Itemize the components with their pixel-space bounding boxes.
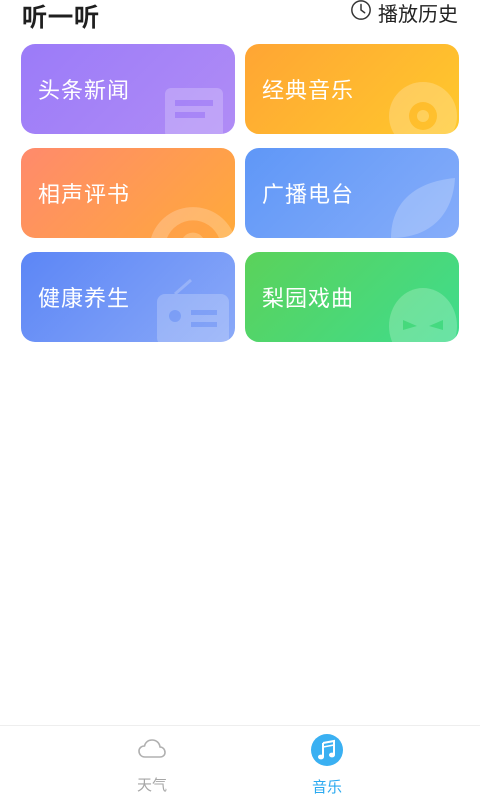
- category-card-music[interactable]: 经典音乐: [245, 44, 459, 134]
- tab-music[interactable]: 音乐: [287, 734, 367, 797]
- radio-icon: [157, 278, 229, 342]
- clock-icon: [350, 0, 372, 26]
- category-label: 相声评书: [38, 183, 131, 208]
- page-title: 听一听: [22, 3, 101, 32]
- category-label: 健康养生: [38, 287, 131, 312]
- play-history-button[interactable]: 播放历史: [350, 0, 458, 28]
- leaf-icon: [391, 178, 455, 238]
- opera-mask-icon: [389, 288, 457, 342]
- tab-label: 音乐: [311, 778, 342, 796]
- music-note-icon: [311, 734, 343, 770]
- category-card-radio-station[interactable]: 广播电台: [245, 148, 459, 238]
- category-card-opera[interactable]: 梨园戏曲: [245, 252, 459, 342]
- tab-weather[interactable]: 天气: [112, 734, 192, 795]
- category-card-health[interactable]: 健康养生: [21, 252, 235, 342]
- category-label: 梨园戏曲: [262, 287, 355, 312]
- fan-icon: [151, 207, 235, 238]
- category-card-news[interactable]: 头条新闻: [21, 44, 235, 134]
- bottom-tab-bar: 天气 音乐: [0, 725, 480, 800]
- category-label: 广播电台: [262, 183, 355, 208]
- category-label: 经典音乐: [262, 79, 355, 104]
- cloud-icon: [137, 734, 167, 768]
- tab-label: 天气: [136, 776, 167, 794]
- newspaper-icon: [165, 88, 223, 134]
- header: 听一听 播放历史: [0, 0, 480, 40]
- play-history-label: 播放历史: [378, 1, 458, 26]
- category-label: 头条新闻: [38, 79, 131, 104]
- category-card-crosstalk[interactable]: 相声评书: [21, 148, 235, 238]
- record-icon: [389, 82, 457, 134]
